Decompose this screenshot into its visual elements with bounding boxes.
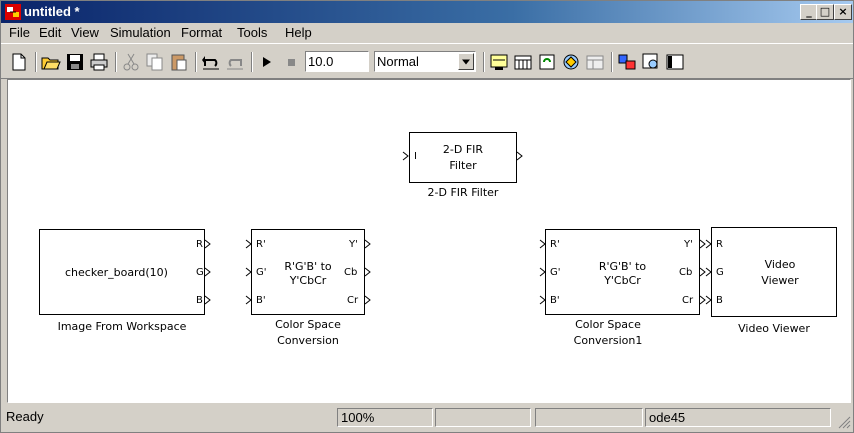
maximize-button[interactable]: □ [816, 4, 834, 20]
paste-icon[interactable] [169, 52, 189, 72]
chevron-down-icon [462, 59, 470, 65]
image-block-caption: Image From Workspace [57, 320, 187, 333]
model-explorer-icon[interactable] [537, 52, 557, 72]
csc1-out-port-y: Y' [349, 239, 358, 250]
save-icon[interactable] [65, 52, 85, 72]
toolbar-separator [611, 52, 613, 72]
play-icon[interactable] [257, 52, 277, 72]
new-icon[interactable] [9, 52, 29, 72]
image-port-b: B [196, 295, 203, 306]
status-bar: Ready 100% ode45 [1, 405, 853, 432]
build-icon[interactable] [489, 52, 509, 72]
simulink-app-icon[interactable] [5, 4, 21, 20]
viewer-port-g: G [716, 267, 724, 278]
redo-icon[interactable] [225, 52, 245, 72]
image-block-expression: checker_board(10) [65, 266, 168, 279]
simulation-mode-value: Normal [377, 54, 419, 69]
zoom-level: 100% [337, 408, 433, 427]
cut-icon[interactable] [121, 52, 141, 72]
toolbar-separator [115, 52, 117, 72]
debug-icon[interactable] [585, 52, 605, 72]
csc1-in-port-r: R' [256, 239, 266, 250]
menu-file[interactable]: File [9, 25, 30, 40]
csc2-in-port-b: B' [550, 295, 560, 306]
csc2-block-caption-line1: Color Space [575, 318, 641, 331]
toolbar-separator [251, 52, 253, 72]
color-space-conversion1-block[interactable]: R' G' B' Y' Cb Cr R'G'B' to Y'CbCr [545, 229, 700, 315]
color-space-conversion-block[interactable]: R' G' B' Y' Cb Cr R'G'B' to Y'CbCr [251, 229, 365, 315]
status-text: Ready [6, 409, 44, 424]
toolbar-separator [35, 52, 37, 72]
properties-icon[interactable] [665, 52, 685, 72]
fir-filter-block[interactable]: I 2-D FIR Filter [409, 132, 517, 183]
close-icon: × [838, 5, 848, 18]
csc2-in-port-r: R' [550, 239, 560, 250]
csc1-block-label-line1: R'G'B' to [284, 260, 332, 273]
toolbar-separator [195, 52, 197, 72]
fir-block-label-line2: Filter [449, 159, 477, 172]
csc2-block-label-line1: R'G'B' to [598, 260, 647, 273]
csc1-block-caption-line2: Conversion [277, 334, 339, 347]
status-panel-empty-1 [435, 408, 531, 427]
status-panel-empty-2 [535, 408, 643, 427]
menu-edit[interactable]: Edit [39, 25, 61, 40]
toolbar-separator [483, 52, 485, 72]
image-from-workspace-block[interactable]: checker_board(10) R G B [39, 229, 205, 315]
fir-block-label-line1: 2-D FIR [442, 143, 484, 156]
fir-block-caption: 2-D FIR Filter [427, 186, 499, 199]
csc1-block-caption-line1: Color Space [275, 318, 341, 331]
library-browser-icon[interactable] [561, 52, 581, 72]
viewer-block-caption: Video Viewer [738, 322, 810, 335]
toolbar: 10.0 Normal [1, 43, 853, 79]
open-icon[interactable] [41, 52, 61, 72]
menu-tools[interactable]: Tools [237, 25, 267, 40]
csc1-out-port-cr: Cr [347, 295, 359, 306]
menu-bar: File Edit View Simulation Format Tools H… [1, 23, 853, 43]
viewer-block-label-line2: Viewer [761, 274, 799, 287]
simulation-mode-select[interactable]: Normal [374, 51, 476, 72]
csc2-block-label-line2: Y'CbCr [604, 274, 641, 287]
stop-time-input[interactable]: 10.0 [305, 51, 369, 72]
csc2-out-port-cr: Cr [682, 295, 694, 306]
video-viewer-block[interactable]: R G B Video Viewer [711, 227, 837, 317]
model-advisor-icon[interactable] [641, 52, 661, 72]
window-title: untitled * [24, 4, 80, 19]
solver-name: ode45 [645, 408, 831, 427]
block-library-icon[interactable] [617, 52, 637, 72]
maximize-icon: □ [819, 5, 831, 18]
menu-help[interactable]: Help [285, 25, 312, 40]
stop-icon[interactable] [281, 52, 301, 72]
csc2-block-caption-line2: Conversion1 [573, 334, 643, 347]
csc2-out-port-y: Y' [684, 239, 693, 250]
minimize-icon: _ [806, 5, 812, 18]
dropdown-button[interactable] [458, 53, 474, 70]
viewer-port-b: B [716, 295, 723, 306]
copy-icon[interactable] [145, 52, 165, 72]
model-canvas[interactable]: I 2-D FIR Filter 2-D FIR Filter checker_… [7, 79, 851, 403]
image-port-g: G [196, 267, 204, 278]
csc1-block-label-line2: Y'CbCr [289, 274, 327, 287]
resize-grip-icon[interactable] [837, 415, 851, 429]
simulink-window: untitled * _ □ × File Edit View Simulati… [0, 0, 854, 433]
image-port-r: R [196, 239, 203, 250]
close-button[interactable]: × [834, 4, 852, 20]
print-icon[interactable] [89, 52, 109, 72]
csc1-in-port-b: B' [256, 295, 266, 306]
viewer-block-label-line1: Video [764, 258, 796, 271]
title-bar: untitled * _ □ × [1, 1, 853, 23]
menu-format[interactable]: Format [181, 25, 222, 40]
viewer-port-r: R [716, 239, 723, 250]
update-diagram-icon[interactable] [513, 52, 533, 72]
menu-simulation[interactable]: Simulation [110, 25, 171, 40]
menu-view[interactable]: View [71, 25, 99, 40]
undo-icon[interactable] [201, 52, 221, 72]
